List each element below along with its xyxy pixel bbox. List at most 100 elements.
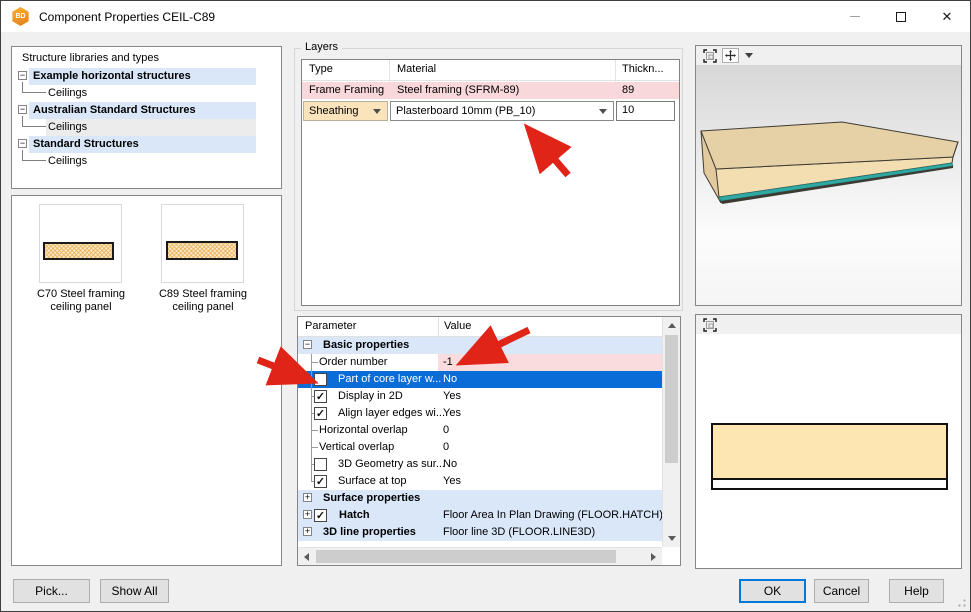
- tree-item[interactable]: Ceilings: [12, 119, 281, 136]
- thumbnail-c70[interactable]: [39, 204, 122, 283]
- parameter-label: 3D Geometry as sur...: [338, 458, 445, 470]
- preview-2d-canvas[interactable]: [696, 334, 961, 568]
- close-icon: ✕: [942, 10, 953, 23]
- parameter-value: Yes: [438, 388, 662, 405]
- layer1-material: Steel framing (SFRM-89): [397, 84, 519, 96]
- parameter-label: Horizontal overlap: [319, 424, 408, 436]
- tree-connector: [311, 439, 312, 456]
- parameter-label: Vertical overlap: [319, 441, 394, 453]
- parameter-row[interactable]: − Basic properties: [298, 337, 662, 354]
- tree-item-label: Ceilings: [46, 85, 256, 102]
- parameter-value: Yes: [438, 405, 662, 422]
- parameter-row[interactable]: Part of core layer w...No: [298, 371, 662, 388]
- expand-icon[interactable]: +: [303, 493, 312, 502]
- expand-icon[interactable]: +: [303, 510, 312, 519]
- checkbox-checked[interactable]: ✓: [314, 475, 327, 488]
- parameter-row[interactable]: ✓Surface at topYes: [298, 473, 662, 490]
- layer2-type-combobox[interactable]: Sheathing: [303, 101, 388, 121]
- parameter-value: [438, 337, 662, 354]
- preview-3d-panel: [695, 45, 962, 306]
- layer2-thickness-input[interactable]: 10: [616, 101, 675, 121]
- parameter-row[interactable]: Horizontal overlap0: [298, 422, 662, 439]
- layers-group-label: Layers: [301, 41, 342, 53]
- tree-connector: [311, 371, 312, 388]
- col-thickness: Thickn...: [622, 63, 664, 75]
- checkbox-checked[interactable]: ✓: [314, 390, 327, 403]
- fit-extents-icon[interactable]: [701, 317, 718, 332]
- layer1-thickness: 89: [622, 84, 634, 96]
- pick-button[interactable]: Pick...: [13, 579, 90, 603]
- scroll-up-icon[interactable]: [668, 323, 676, 328]
- layer-row-frame-framing[interactable]: Frame Framing Steel framing (SFRM-89) 89: [302, 82, 679, 99]
- tree-items: −Example horizontal structuresCeilings−A…: [12, 68, 281, 170]
- checkbox-checked[interactable]: ✓: [314, 407, 327, 420]
- expand-icon[interactable]: +: [303, 527, 312, 536]
- parameter-row[interactable]: +Surface properties: [298, 490, 662, 507]
- parameter-label: Basic properties: [323, 339, 409, 351]
- dropdown-caret-icon[interactable]: [745, 53, 753, 58]
- parameter-row[interactable]: 3D Geometry as sur...No: [298, 456, 662, 473]
- show-all-button[interactable]: Show All: [100, 579, 169, 603]
- tree-item[interactable]: Ceilings: [12, 85, 281, 102]
- parameters-header: Parameter Value: [298, 317, 662, 337]
- parameter-row[interactable]: ✓Align layer edges wi...Yes: [298, 405, 662, 422]
- resize-grip[interactable]: [955, 596, 967, 608]
- horizontal-scroll-thumb[interactable]: [316, 550, 616, 563]
- horizontal-scrollbar[interactable]: [298, 547, 662, 565]
- collapse-icon[interactable]: −: [303, 340, 312, 349]
- col-type: Type: [309, 63, 333, 75]
- tree-item[interactable]: −Standard Structures: [12, 136, 281, 153]
- help-button[interactable]: Help: [889, 579, 944, 603]
- tree-item[interactable]: Ceilings: [12, 153, 281, 170]
- tree-connector: [311, 388, 312, 405]
- layer2-material-combobox[interactable]: Plasterboard 10mm (PB_10): [390, 101, 614, 121]
- parameter-value: [438, 490, 662, 507]
- scroll-right-icon[interactable]: [651, 553, 656, 561]
- minimize-button[interactable]: [832, 1, 878, 32]
- parameter-label: Hatch: [339, 509, 370, 521]
- collapse-icon[interactable]: −: [18, 105, 27, 114]
- parameter-row[interactable]: Vertical overlap0: [298, 439, 662, 456]
- parameter-row[interactable]: +✓ Hatch Floor Area In Plan Drawing (FLOOR…: [298, 507, 662, 524]
- scroll-left-icon[interactable]: [304, 553, 309, 561]
- tree-connector: [22, 116, 46, 127]
- preview-3d-canvas[interactable]: [696, 65, 961, 305]
- parameter-rows: − Basic properties Order number-1Part of c…: [298, 337, 662, 547]
- parameter-label: 3D line properties: [323, 526, 416, 538]
- parameter-row[interactable]: ✓Display in 2DYes: [298, 388, 662, 405]
- thumbnail-c89[interactable]: [161, 204, 244, 283]
- scroll-down-icon[interactable]: [668, 536, 676, 541]
- tree-connector: [311, 456, 312, 473]
- vertical-scrollbar[interactable]: [662, 317, 680, 547]
- ok-button[interactable]: OK: [739, 579, 806, 603]
- maximize-button[interactable]: [878, 1, 924, 32]
- thumbnail-c89-label: C89 Steel framing ceiling panel: [142, 288, 264, 314]
- parameter-label: Surface at top: [338, 475, 407, 487]
- parameters-panel: Parameter Value − Basic properties Order n…: [297, 316, 681, 566]
- parameter-row[interactable]: Order number-1: [298, 354, 662, 371]
- structure-tree-panel: Structure libraries and types −Example h…: [11, 46, 282, 189]
- layer2-type-value: Sheathing: [304, 105, 373, 117]
- tree-item[interactable]: −Australian Standard Structures: [12, 102, 281, 119]
- tree-item-label: Standard Structures: [29, 136, 256, 153]
- cancel-button[interactable]: Cancel: [814, 579, 869, 603]
- checkbox-unchecked[interactable]: [314, 458, 327, 471]
- vertical-scroll-thumb[interactable]: [665, 335, 678, 463]
- tree-connector: [311, 422, 312, 439]
- checkbox-checked[interactable]: ✓: [314, 509, 327, 522]
- pan-icon[interactable]: [722, 48, 739, 63]
- tree-connector: [22, 150, 46, 161]
- parameter-row[interactable]: +3D line propertiesFloor line 3D (FLOOR.…: [298, 524, 662, 541]
- tree-item[interactable]: −Example horizontal structures: [12, 68, 281, 85]
- parameter-value: Floor Area In Plan Drawing (FLOOR.HATCH): [438, 507, 662, 524]
- collapse-icon[interactable]: −: [18, 139, 27, 148]
- close-button[interactable]: ✕: [924, 1, 970, 32]
- tree-item-label: Australian Standard Structures: [29, 102, 256, 119]
- col-parameter: Parameter: [305, 320, 356, 332]
- fit-extents-icon[interactable]: [701, 48, 718, 63]
- tree-header: Structure libraries and types: [12, 47, 281, 68]
- checkbox-unchecked[interactable]: [314, 373, 327, 386]
- collapse-icon[interactable]: −: [18, 71, 27, 80]
- dialog-title: Component Properties CEIL-C89: [39, 10, 215, 24]
- maximize-icon: [896, 12, 906, 22]
